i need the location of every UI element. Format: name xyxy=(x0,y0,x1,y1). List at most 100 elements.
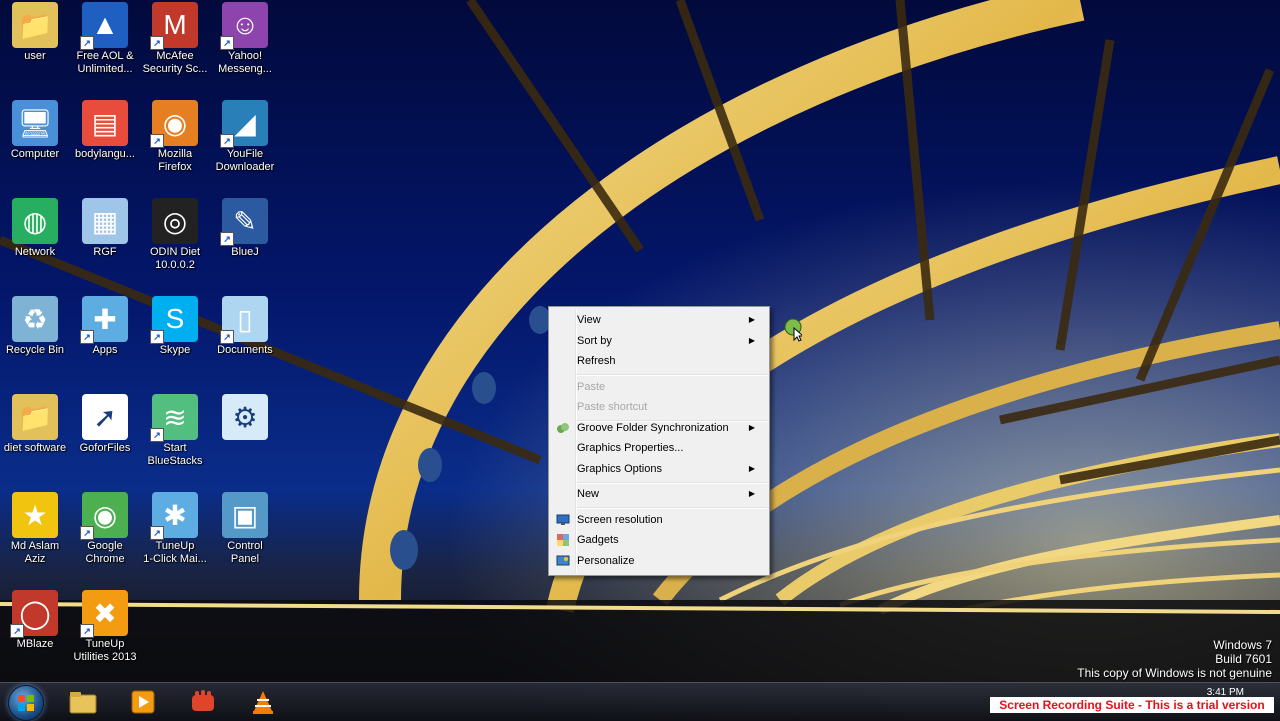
desktop-icon-label: Documents xyxy=(217,344,273,356)
mblaze-icon: ◯ ↗ xyxy=(10,590,58,638)
desktop-icon[interactable]: ✱ ↗ TuneUp 1-Click Mai... xyxy=(140,492,210,566)
aol-icon: ▲ ↗ xyxy=(80,2,128,50)
menu-item-label: View xyxy=(577,314,601,326)
windows-logo-icon xyxy=(18,695,34,711)
desktop-icon[interactable]: ▯ ↗ Documents xyxy=(210,296,280,357)
desktop-icon[interactable]: ◯ ↗ MBlaze xyxy=(0,590,70,651)
menu-item-gadgets[interactable]: Gadgets xyxy=(551,530,767,550)
windows-watermark: Windows 7 Build 7601 This copy of Window… xyxy=(1077,638,1272,680)
desktop-icon[interactable]: ✎ ↗ BlueJ xyxy=(210,198,280,259)
menu-separator xyxy=(577,374,767,376)
recycle-bin-icon: ♻ xyxy=(12,296,58,342)
chrome-icon: ◉ ↗ xyxy=(80,492,128,540)
firefox-icon: ◉ ↗ xyxy=(150,100,198,148)
shortcut-arrow-icon: ↗ xyxy=(220,232,234,246)
menu-item-view[interactable]: View ▶ xyxy=(551,310,767,330)
documents-icon: ▯ ↗ xyxy=(220,296,268,344)
desktop-icon[interactable]: ◉ ↗ Mozilla Firefox xyxy=(140,100,210,174)
desktop-icon-label: ODIN Diet 10.0.0.2 xyxy=(149,246,201,271)
goforfiles-icon: ➚ xyxy=(82,394,128,440)
desktop-icon[interactable]: ✖ ↗ TuneUp Utilities 2013 xyxy=(70,590,140,664)
menu-item-groove-sync[interactable]: Groove Folder Synchronization ▶ xyxy=(551,418,767,438)
desktop-icon[interactable]: S ↗ Skype xyxy=(140,296,210,357)
desktop-icon[interactable]: ◉ ↗ Google Chrome xyxy=(70,492,140,566)
desktop-icon[interactable]: 🖥 Computer xyxy=(0,100,70,161)
menu-item-paste-shortcut[interactable]: Paste shortcut xyxy=(551,397,767,417)
taskbar-hand-app-button[interactable] xyxy=(180,686,226,718)
tuneup-maintenance-icon: ✱ ↗ xyxy=(150,492,198,540)
menu-item-graphics-options[interactable]: Graphics Options ▶ xyxy=(551,459,767,479)
desktop-icon[interactable]: ♻ Recycle Bin xyxy=(0,296,70,357)
desktop-icon-label: McAfee Security Sc... xyxy=(142,50,208,75)
vlc-icon xyxy=(253,691,273,714)
menu-item-screen-resolution[interactable]: Screen resolution xyxy=(551,510,767,530)
shortcut-arrow-icon: ↗ xyxy=(80,624,94,638)
shortcut-arrow-icon: ↗ xyxy=(80,36,94,50)
star-icon: ★ xyxy=(12,492,58,538)
menu-item-paste[interactable]: Paste xyxy=(551,377,767,397)
desktop-icon-label: bodylangu... xyxy=(75,148,135,160)
desktop-icon[interactable]: ✚ ↗ Apps xyxy=(70,296,140,357)
desktop-icon-label: RGF xyxy=(93,246,117,258)
desktop-icon-label: Skype xyxy=(159,344,191,356)
desktop-icon[interactable]: ▦ RGF xyxy=(70,198,140,259)
desktop-icon[interactable]: ▣ Control Panel xyxy=(210,492,280,566)
shortcut-arrow-icon: ↗ xyxy=(150,330,164,344)
shortcut-arrow-icon: ↗ xyxy=(80,330,94,344)
desktop-icon[interactable]: ◢ ↗ YouFile Downloader xyxy=(210,100,280,174)
shortcut-arrow-icon: ↗ xyxy=(150,36,164,50)
bluej-icon: ✎ ↗ xyxy=(220,198,268,246)
desktop-icon[interactable]: ≋ ↗ Start BlueStacks xyxy=(140,394,210,468)
youfile-icon: ◢ ↗ xyxy=(220,100,268,148)
watermark-line: Windows 7 xyxy=(1213,638,1272,652)
desktop-icon[interactable]: 📁 diet software xyxy=(0,394,70,455)
desktop-icon[interactable]: 📁 user xyxy=(0,2,70,63)
folder-icon: 📁 xyxy=(12,394,58,440)
start-button[interactable] xyxy=(8,685,44,721)
control-panel-icon: ▣ xyxy=(222,492,268,538)
desktop-icon-label: diet software xyxy=(3,442,67,454)
menu-item-sort-by[interactable]: Sort by ▶ xyxy=(551,331,767,351)
spreadsheet-icon: ▦ xyxy=(82,198,128,244)
taskbar-explorer-button[interactable] xyxy=(60,686,106,718)
menu-item-personalize[interactable]: Personalize xyxy=(551,551,767,571)
desktop-icon[interactable]: ◎ ODIN Diet 10.0.0.2 xyxy=(140,198,210,272)
desktop-icon[interactable]: ▤ bodylangu... xyxy=(70,100,140,161)
menu-item-label: Graphics Options xyxy=(577,463,662,475)
menu-item-label: Groove Folder Synchronization xyxy=(577,422,729,434)
gadgets-icon xyxy=(557,534,569,546)
desktop-icon-label: user xyxy=(24,50,46,62)
menu-item-new[interactable]: New ▶ xyxy=(551,484,767,504)
menu-item-label: Sort by xyxy=(577,335,612,347)
menu-item-label: New xyxy=(577,488,600,500)
desktop-icon[interactable]: ▲ ↗ Free AOL & Unlimited... xyxy=(70,2,140,76)
menu-item-label: Paste shortcut xyxy=(577,401,648,413)
tuneup-utilities-icon: ✖ ↗ xyxy=(80,590,128,638)
shortcut-arrow-icon: ↗ xyxy=(150,526,164,540)
menu-item-refresh[interactable]: Refresh xyxy=(551,351,767,371)
desktop-icon-label: Md Aslam Aziz xyxy=(10,540,60,565)
desktop-icon-label: Apps xyxy=(92,344,118,356)
user-folder-icon: 📁 xyxy=(12,2,58,48)
menu-item-graphics-properties[interactable]: Graphics Properties... xyxy=(551,438,767,458)
screen-resolution-icon xyxy=(556,514,570,525)
desktop-icon[interactable]: ◍ Network xyxy=(0,198,70,259)
taskbar-vlc-button[interactable] xyxy=(240,686,286,718)
desktop-icon[interactable]: ★ Md Aslam Aziz xyxy=(0,492,70,566)
desktop-icon[interactable]: ☺ ↗ Yahoo! Messeng... xyxy=(210,2,280,76)
desktop-icon-label: TuneUp 1-Click Mai... xyxy=(143,540,207,565)
desktop-icon[interactable]: M ↗ McAfee Security Sc... xyxy=(140,2,210,76)
desktop-icon-label: Free AOL & Unlimited... xyxy=(76,50,134,75)
shortcut-arrow-icon: ↗ xyxy=(220,330,234,344)
taskbar-media-player-button[interactable] xyxy=(120,686,166,718)
menu-item-label: Refresh xyxy=(577,355,616,367)
desktop-icon[interactable]: ➚ GoforFiles xyxy=(70,394,140,455)
shortcut-arrow-icon: ↗ xyxy=(80,526,94,540)
desktop-icon-label: MBlaze xyxy=(16,638,54,650)
watermark-line: This copy of Windows is not genuine xyxy=(1077,666,1272,680)
yahoo-messenger-icon: ☺ ↗ xyxy=(220,2,268,50)
desktop-icon[interactable]: ⚙ xyxy=(210,394,280,442)
computer-icon: 🖥 xyxy=(12,100,58,146)
desktop-icon-label: GoforFiles xyxy=(79,442,131,454)
desktop-icon-label: Start BlueStacks xyxy=(147,442,203,467)
